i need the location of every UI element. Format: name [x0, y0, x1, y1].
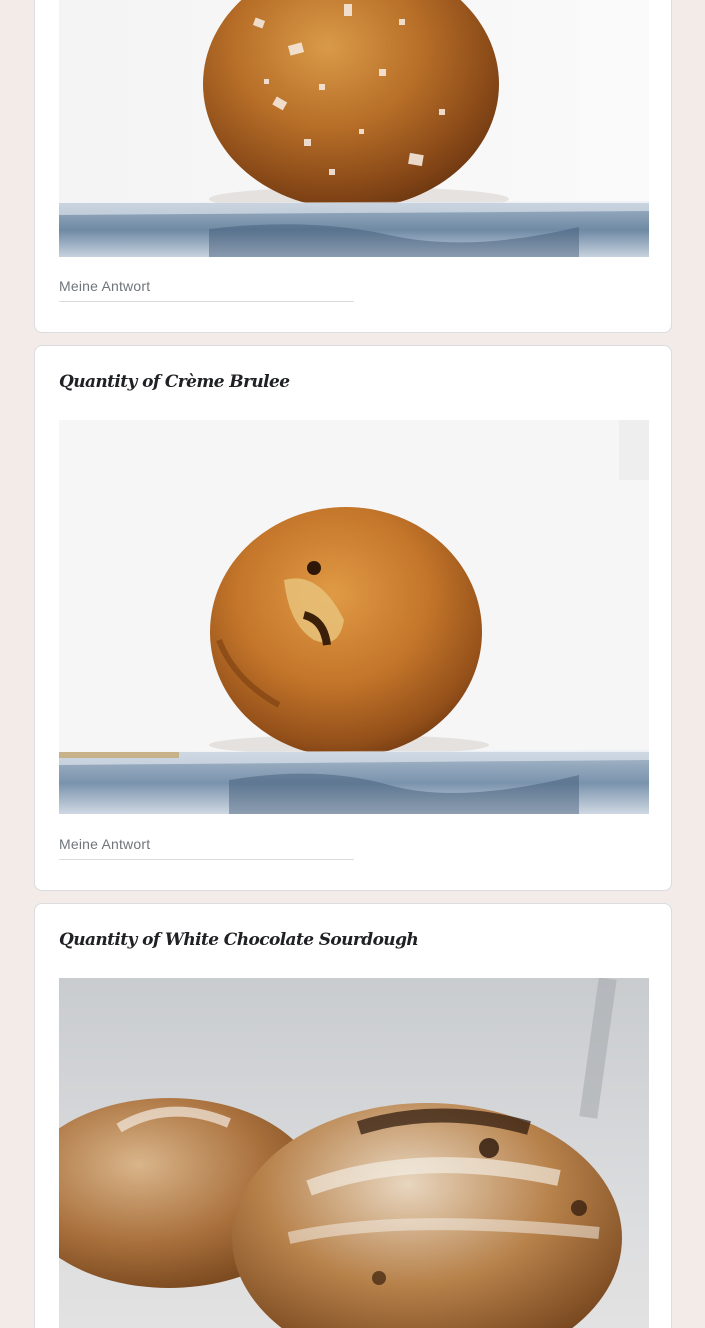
- answer-input[interactable]: [59, 278, 354, 294]
- question-title: Quantity of Crème Brulee: [59, 372, 290, 392]
- form-page: Quantity of Crème Brulee: [0, 0, 705, 1328]
- answer-field-2[interactable]: [59, 836, 354, 860]
- question-card-2: Quantity of Crème Brulee: [34, 345, 672, 891]
- question-card-1: [34, 0, 672, 333]
- salted-pretzel-bun-photo: [59, 0, 649, 257]
- white-chocolate-sourdough-photo: [59, 978, 649, 1328]
- creme-brulee-bun-photo: [59, 420, 649, 814]
- question-title: Quantity of White Chocolate Sourdough: [59, 930, 419, 950]
- answer-field-1[interactable]: [59, 278, 354, 302]
- answer-input[interactable]: [59, 836, 354, 852]
- question-card-3: Quantity of White Chocolate Sourdough: [34, 903, 672, 1328]
